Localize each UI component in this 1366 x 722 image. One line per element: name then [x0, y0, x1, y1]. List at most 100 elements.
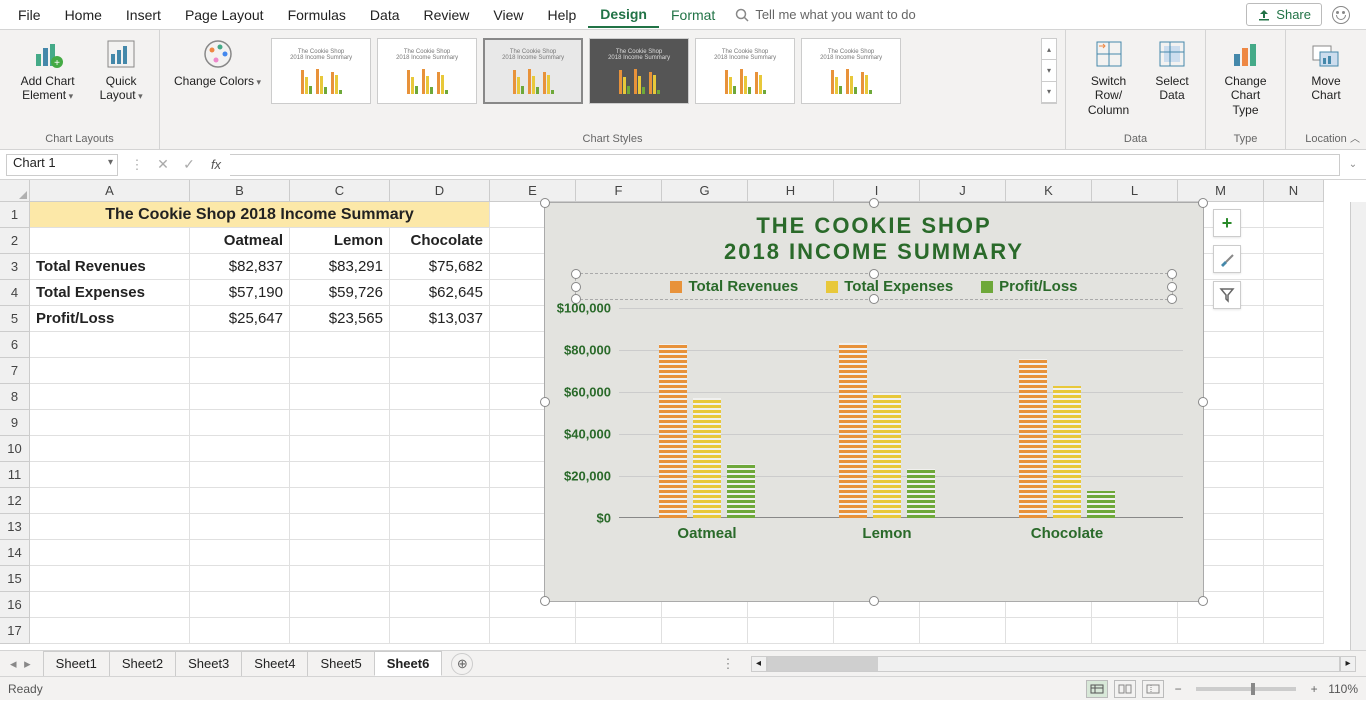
chart-plot-area[interactable]: $0$20,000$40,000$60,000$80,000$100,000 O…	[619, 308, 1183, 538]
row-header-7[interactable]: 7	[0, 358, 30, 384]
col-header-N[interactable]: N	[1264, 180, 1324, 202]
bar-oatmeal-exp[interactable]	[693, 398, 721, 518]
col-header-J[interactable]: J	[920, 180, 1006, 202]
col-header-E[interactable]: E	[490, 180, 576, 202]
row-header-13[interactable]: 13	[0, 514, 30, 540]
quick-layout-button[interactable]: Quick Layout	[91, 34, 151, 105]
row-label-0[interactable]: Total Revenues	[30, 254, 190, 280]
row-header-6[interactable]: 6	[0, 332, 30, 358]
menu-data[interactable]: Data	[358, 3, 412, 27]
bar-oatmeal-pl[interactable]	[727, 464, 755, 518]
feedback-smiley-icon[interactable]	[1332, 6, 1350, 24]
bar-group-chocolate[interactable]	[1019, 359, 1115, 518]
col-header-H[interactable]: H	[748, 180, 834, 202]
col-header-G[interactable]: G	[662, 180, 748, 202]
zoom-level[interactable]: 110%	[1328, 682, 1358, 696]
row-header-10[interactable]: 10	[0, 436, 30, 462]
header-chocolate[interactable]: Chocolate	[390, 228, 490, 254]
formula-input[interactable]	[230, 154, 1340, 176]
chart-styles-button[interactable]	[1213, 245, 1241, 273]
select-all-corner[interactable]	[0, 180, 30, 202]
select-data-button[interactable]: Select Data	[1147, 34, 1197, 105]
chart-style-thumb-3[interactable]: The Cookie Shop2018 Income Summary	[483, 38, 583, 104]
bar-chocolate-rev[interactable]	[1019, 359, 1047, 518]
change-chart-type-button[interactable]: Change Chart Type	[1214, 34, 1277, 119]
cell-r3-c1[interactable]: $82,837	[190, 254, 290, 280]
vertical-scrollbar[interactable]	[1350, 202, 1366, 650]
cancel-formula-button[interactable]: ✕	[150, 156, 176, 173]
bar-lemon-pl[interactable]	[907, 469, 935, 518]
cell-r3-c3[interactable]: $75,682	[390, 254, 490, 280]
legend-item-total-revenues[interactable]: Total Revenues	[670, 278, 798, 295]
sheet-tab-sheet4[interactable]: Sheet4	[241, 651, 308, 676]
legend-item-profit-loss[interactable]: Profit/Loss	[981, 278, 1077, 295]
row-header-16[interactable]: 16	[0, 592, 30, 618]
row-header-17[interactable]: 17	[0, 618, 30, 644]
change-colors-button[interactable]: Change Colors	[168, 34, 267, 90]
menu-design[interactable]: Design	[588, 2, 659, 28]
add-chart-element-button[interactable]: + Add Chart Element	[8, 34, 87, 105]
sheet-tab-sheet5[interactable]: Sheet5	[307, 651, 374, 676]
tab-nav-buttons[interactable]: ◂ ▸	[0, 656, 43, 672]
row-header-11[interactable]: 11	[0, 462, 30, 488]
zoom-in-button[interactable]: +	[1306, 682, 1322, 696]
row-header-15[interactable]: 15	[0, 566, 30, 592]
menu-review[interactable]: Review	[412, 3, 482, 27]
col-header-L[interactable]: L	[1092, 180, 1178, 202]
menu-view[interactable]: View	[481, 3, 535, 27]
move-chart-button[interactable]: Move Chart	[1294, 34, 1358, 105]
horizontal-scrollbar[interactable]: ◂ ▸	[751, 656, 1356, 672]
cell-r4-c2[interactable]: $59,726	[290, 280, 390, 306]
sheet-tab-sheet6[interactable]: Sheet6	[374, 651, 443, 676]
chart-style-thumb-5[interactable]: The Cookie Shop2018 Income Summary	[695, 38, 795, 104]
cell-r4-c1[interactable]: $57,190	[190, 280, 290, 306]
sheet-tab-sheet3[interactable]: Sheet3	[175, 651, 242, 676]
expand-formula-bar-button[interactable]: ⌄	[1346, 159, 1360, 170]
bar-oatmeal-rev[interactable]	[659, 344, 687, 518]
chart-style-thumb-1[interactable]: The Cookie Shop2018 Income Summary	[271, 38, 371, 104]
col-header-M[interactable]: M	[1178, 180, 1264, 202]
tell-me-search[interactable]: Tell me what you want to do	[735, 7, 915, 22]
new-sheet-button[interactable]: ⊕	[451, 653, 473, 675]
bar-chocolate-pl[interactable]	[1087, 491, 1115, 518]
sheet-tab-sheet1[interactable]: Sheet1	[43, 651, 110, 676]
row-header-12[interactable]: 12	[0, 488, 30, 514]
embedded-chart[interactable]: THE COOKIE SHOP 2018 INCOME SUMMARY Tota…	[544, 202, 1204, 602]
menu-help[interactable]: Help	[536, 3, 589, 27]
header-oatmeal[interactable]: Oatmeal	[190, 228, 290, 254]
cell-r5-c3[interactable]: $13,037	[390, 306, 490, 332]
col-header-B[interactable]: B	[190, 180, 290, 202]
row-headers[interactable]: 1234567891011121314151617	[0, 202, 30, 650]
col-header-K[interactable]: K	[1006, 180, 1092, 202]
row-header-5[interactable]: 5	[0, 306, 30, 332]
menu-insert[interactable]: Insert	[114, 3, 173, 27]
cell-r4-c3[interactable]: $62,645	[390, 280, 490, 306]
row-label-2[interactable]: Profit/Loss	[30, 306, 190, 332]
legend-item-total-expenses[interactable]: Total Expenses	[826, 278, 953, 295]
zoom-slider[interactable]	[1196, 687, 1296, 691]
share-button[interactable]: Share	[1246, 3, 1322, 26]
title-cell[interactable]: The Cookie Shop 2018 Income Summary	[30, 202, 490, 228]
row-header-1[interactable]: 1	[0, 202, 30, 228]
cell-r5-c2[interactable]: $23,565	[290, 306, 390, 332]
col-header-C[interactable]: C	[290, 180, 390, 202]
row-header-14[interactable]: 14	[0, 540, 30, 566]
row-label-1[interactable]: Total Expenses	[30, 280, 190, 306]
row-header-2[interactable]: 2	[0, 228, 30, 254]
chart-elements-button[interactable]: +	[1213, 209, 1241, 237]
col-header-A[interactable]: A	[30, 180, 190, 202]
bar-lemon-exp[interactable]	[873, 393, 901, 518]
collapse-ribbon-button[interactable]: ︿	[1350, 130, 1360, 145]
switch-row-column-button[interactable]: Switch Row/ Column	[1074, 34, 1143, 119]
column-headers[interactable]: ABCDEFGHIJKLMN	[30, 180, 1324, 202]
page-layout-view-button[interactable]	[1114, 680, 1136, 698]
normal-view-button[interactable]	[1086, 680, 1108, 698]
enter-formula-button[interactable]: ✓	[176, 156, 202, 173]
chart-filters-button[interactable]	[1213, 281, 1241, 309]
fx-icon[interactable]: fx	[202, 157, 230, 172]
chart-style-thumb-2[interactable]: The Cookie Shop2018 Income Summary	[377, 38, 477, 104]
worksheet-grid[interactable]: ABCDEFGHIJKLMN 1234567891011121314151617…	[0, 180, 1366, 650]
row-header-3[interactable]: 3	[0, 254, 30, 280]
tab-split-handle[interactable]: ⋮	[716, 656, 741, 672]
header-lemon[interactable]: Lemon	[290, 228, 390, 254]
